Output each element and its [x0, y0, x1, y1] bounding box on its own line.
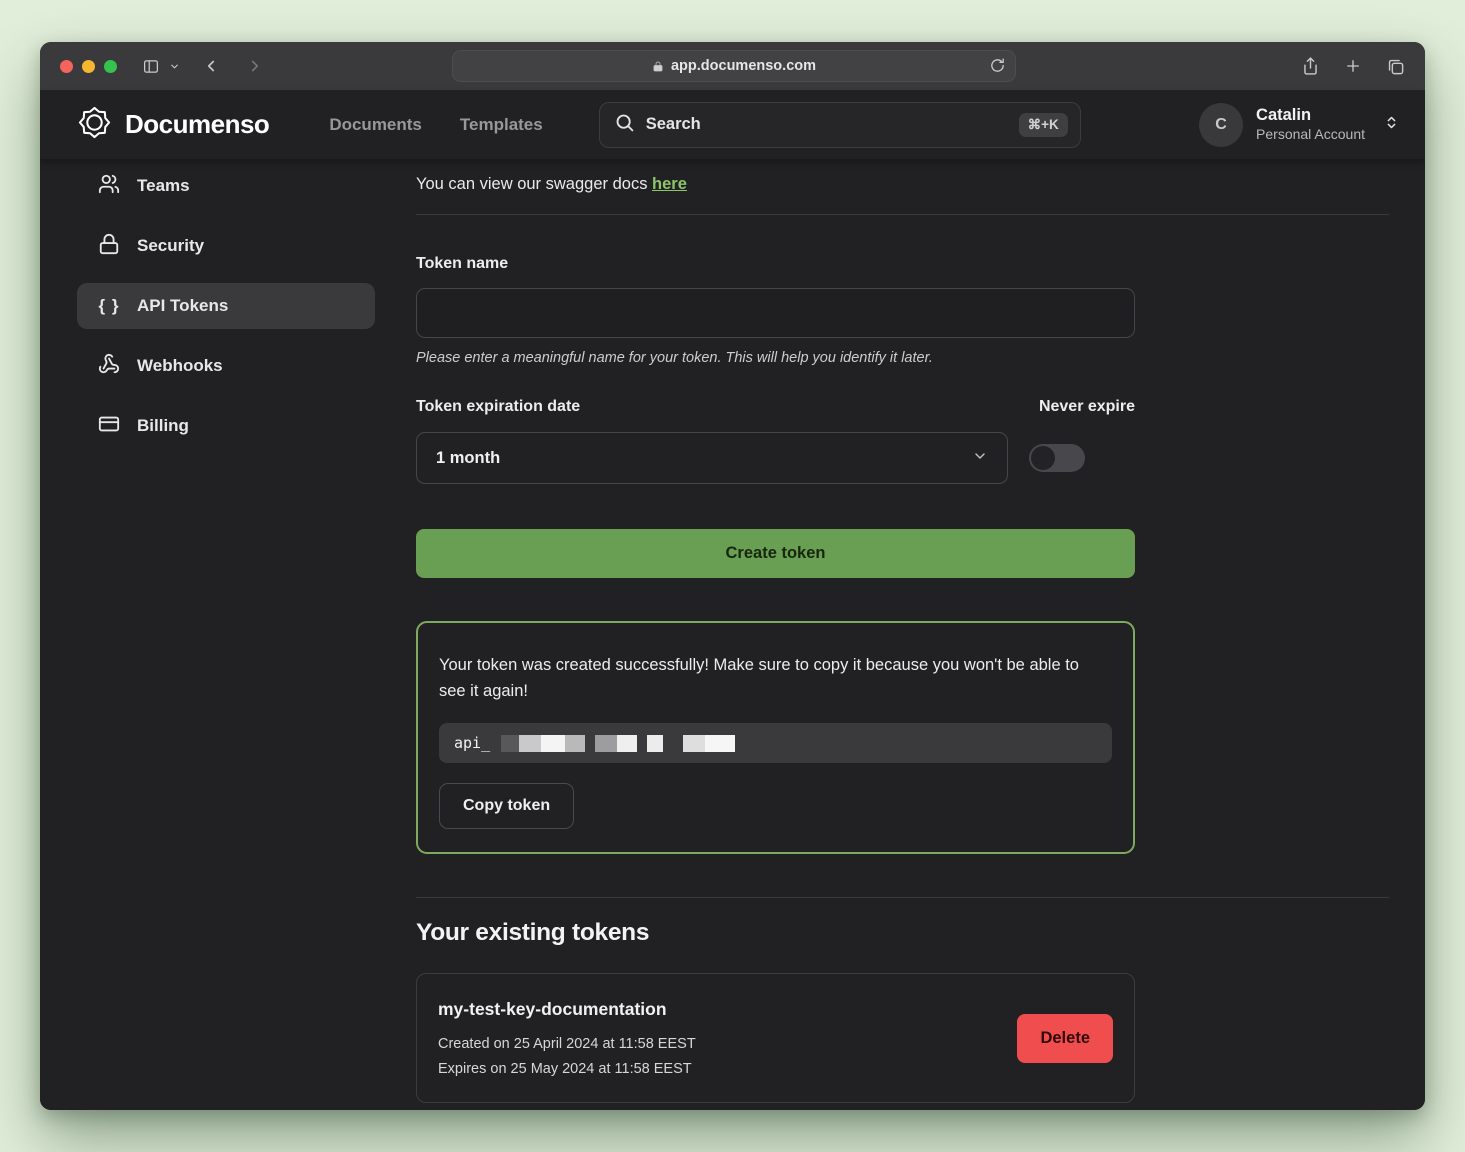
new-tab-icon[interactable]: [1344, 57, 1362, 75]
sidebar-item-label: Teams: [137, 176, 190, 196]
token-created-date: Created on 25 April 2024 at 11:58 EEST: [438, 1036, 1113, 1052]
forward-button[interactable]: [246, 57, 264, 75]
sidebar-item-label: API Tokens: [137, 296, 228, 316]
sidebar-item-billing[interactable]: Billing: [77, 403, 375, 449]
token-value-field[interactable]: api_: [439, 723, 1112, 763]
token-list-item: my-test-key-documentation Created on 25 …: [416, 973, 1135, 1103]
webhook-icon: [98, 353, 120, 380]
sidebar-toggle-icon[interactable]: [141, 58, 161, 75]
token-created-message: Your token was created successfully! Mak…: [439, 653, 1109, 704]
main-nav: Documents Templates: [329, 115, 542, 135]
delete-token-button[interactable]: Delete: [1017, 1014, 1113, 1063]
existing-tokens-heading: Your existing tokens: [416, 919, 1389, 947]
token-name-label: Token name: [416, 255, 1135, 273]
browser-window: app.documenso.com: [40, 42, 1425, 1110]
nav-documents[interactable]: Documents: [329, 115, 422, 135]
sidebar-item-webhooks[interactable]: Webhooks: [77, 343, 375, 389]
never-expire-label: Never expire: [1039, 398, 1135, 416]
zoom-window-button[interactable]: [104, 60, 117, 73]
braces-icon: { }: [98, 296, 120, 316]
swagger-docs-text: You can view our swagger docs here: [416, 175, 1389, 194]
minimize-window-button[interactable]: [82, 60, 95, 73]
expiration-value: 1 month: [436, 449, 972, 468]
search-input[interactable]: Search ⌘+K: [599, 102, 1081, 148]
search-icon: [614, 112, 635, 138]
search-label: Search: [646, 115, 1008, 134]
copy-token-button[interactable]: Copy token: [439, 783, 574, 829]
users-icon: [98, 173, 120, 200]
divider: [416, 214, 1389, 215]
token-prefix: api_: [454, 734, 490, 752]
share-icon[interactable]: [1301, 56, 1320, 76]
redacted-token-blocks: [501, 735, 735, 752]
sidebar-item-label: Webhooks: [137, 356, 223, 376]
avatar: C: [1199, 103, 1243, 147]
sidebar-item-api-tokens[interactable]: { } API Tokens: [77, 283, 375, 329]
sidebar-item-label: Security: [137, 236, 204, 256]
chevron-down-icon: [972, 448, 988, 469]
sidebar-item-security[interactable]: Security: [77, 223, 375, 269]
settings-sidebar: Teams Security { } API Tokens Webhoo: [77, 160, 375, 1110]
sidebar-item-teams[interactable]: Teams: [77, 163, 375, 209]
search-shortcut-badge: ⌘+K: [1019, 113, 1068, 137]
token-expires-date: Expires on 25 May 2024 at 11:58 EEST: [438, 1061, 1113, 1077]
expiration-select[interactable]: 1 month: [416, 432, 1008, 484]
sidebar-chevron-icon[interactable]: [169, 61, 180, 72]
chevrons-up-down-icon: [1384, 114, 1399, 136]
nav-templates[interactable]: Templates: [460, 115, 543, 135]
api-tokens-content: You can view our swagger docs here Token…: [375, 160, 1389, 1110]
account-menu[interactable]: C Catalin Personal Account: [1199, 103, 1399, 147]
tab-overview-icon[interactable]: [1386, 57, 1405, 76]
app-header: Documenso Documents Templates Search ⌘+K…: [40, 90, 1425, 160]
token-name-hint: Please enter a meaningful name for your …: [416, 350, 1135, 366]
sidebar-item-label: Billing: [137, 416, 189, 436]
divider: [416, 897, 1389, 898]
documenso-logo-icon: [77, 105, 112, 145]
back-button[interactable]: [202, 57, 220, 75]
credit-card-icon: [98, 413, 120, 440]
traffic-lights: [60, 60, 117, 73]
never-expire-toggle[interactable]: [1029, 444, 1085, 472]
create-token-button[interactable]: Create token: [416, 529, 1135, 578]
token-created-alert: Your token was created successfully! Mak…: [416, 621, 1135, 854]
lock-icon: [98, 233, 120, 260]
account-name: Catalin: [1256, 105, 1365, 126]
close-window-button[interactable]: [60, 60, 73, 73]
account-type: Personal Account: [1256, 126, 1365, 144]
brand-name: Documenso: [125, 109, 269, 140]
lock-icon: [652, 60, 664, 73]
expiration-label: Token expiration date: [416, 398, 580, 416]
url-text: app.documenso.com: [671, 58, 816, 74]
address-bar[interactable]: app.documenso.com: [452, 50, 1016, 82]
brand[interactable]: Documenso: [77, 105, 269, 145]
app-page: Documenso Documents Templates Search ⌘+K…: [40, 90, 1425, 1110]
swagger-docs-link[interactable]: here: [652, 175, 687, 193]
reload-icon[interactable]: [989, 57, 1006, 74]
toggle-knob: [1031, 446, 1055, 470]
token-name: my-test-key-documentation: [438, 999, 1113, 1020]
token-name-input[interactable]: [416, 288, 1135, 338]
browser-toolbar: app.documenso.com: [40, 42, 1425, 90]
